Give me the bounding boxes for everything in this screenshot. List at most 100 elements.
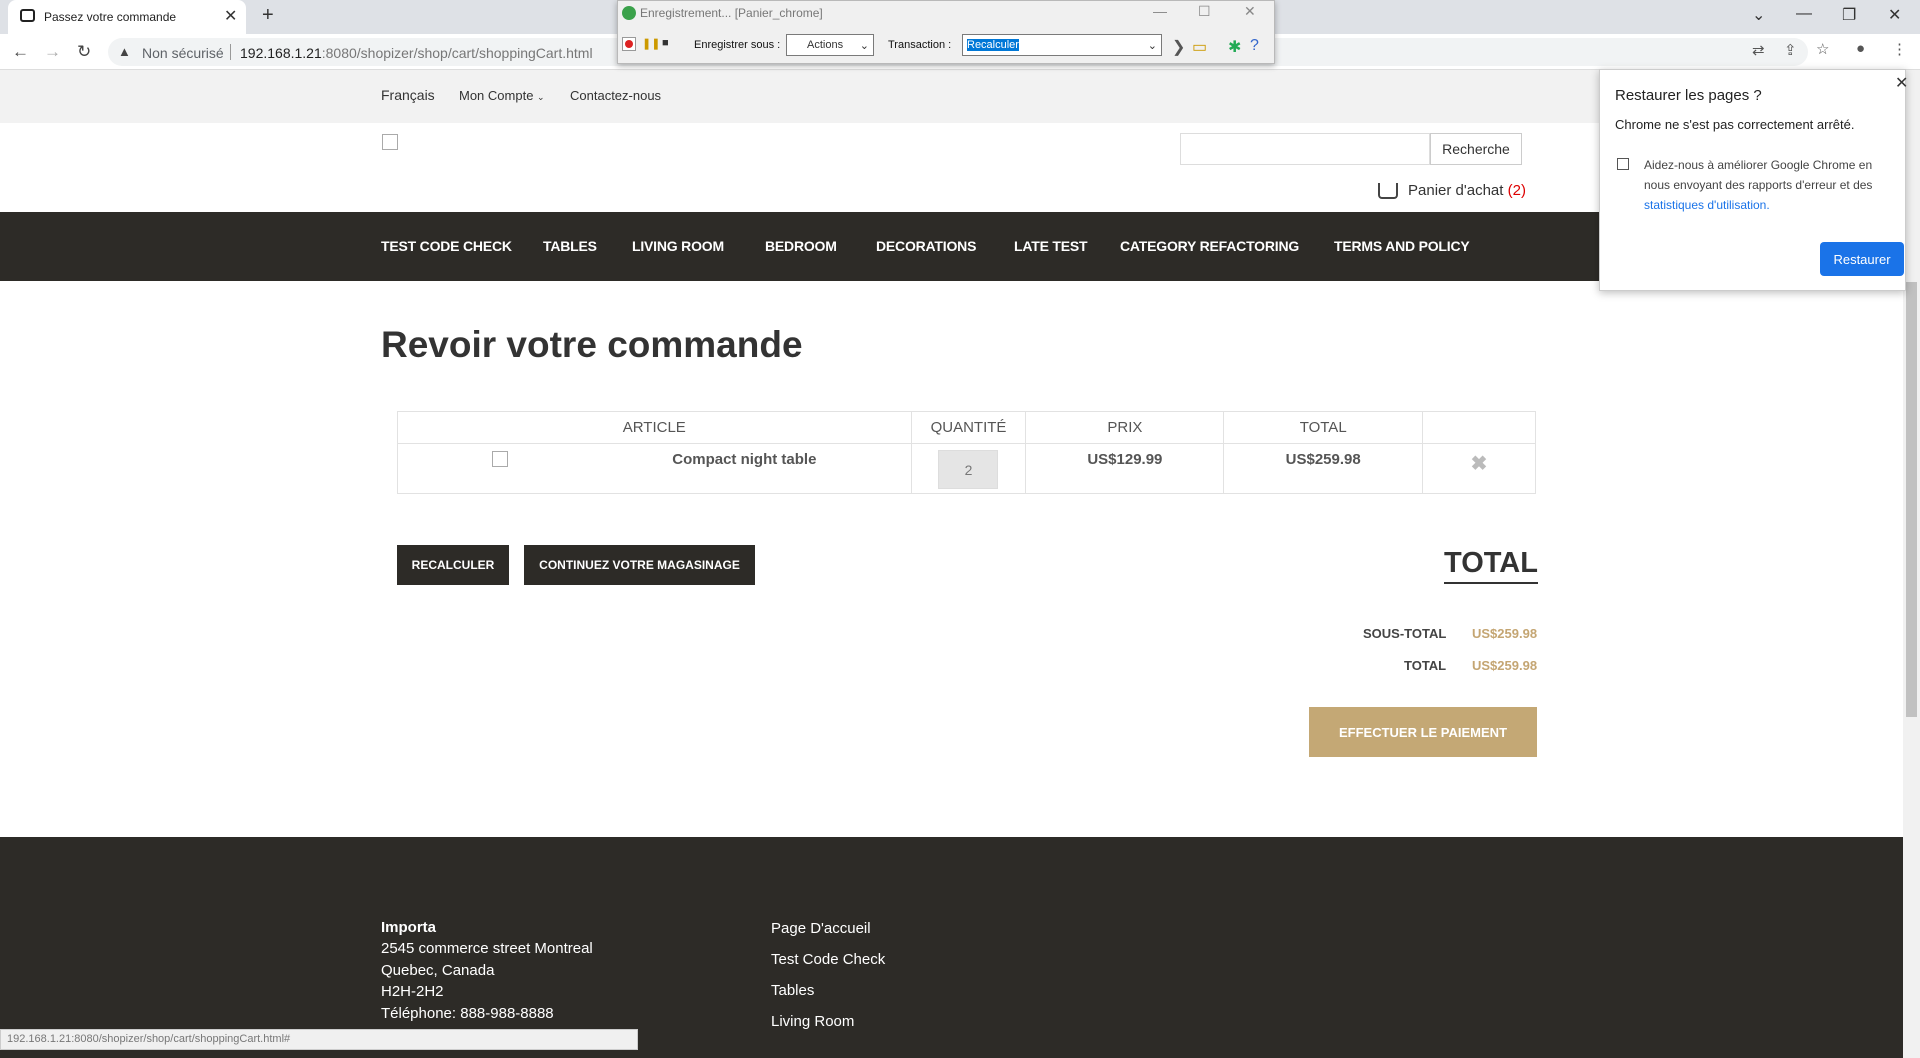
language-link[interactable]: Français (381, 87, 435, 103)
stop-icon[interactable]: ■ (662, 37, 676, 51)
settings-icon[interactable]: ✱ (1228, 37, 1242, 56)
table-header-row: ARTICLE QUANTITÉ PRIX TOTAL (397, 411, 1536, 444)
address-line: Quebec, Canada (381, 962, 495, 979)
contact-link[interactable]: Contactez-nous (570, 88, 661, 103)
total-label: TOTAL (1404, 658, 1447, 673)
subtotal-value: US$259.98 (1472, 626, 1538, 641)
chevron-down-icon: ⌄ (1147, 40, 1157, 52)
reload-icon[interactable]: ↻ (77, 42, 91, 62)
column-header: TOTAL (1223, 411, 1424, 444)
maximize-icon[interactable]: ☐ (1198, 3, 1211, 20)
tab-search-icon[interactable]: ⌄ (1752, 5, 1765, 25)
restore-window-icon[interactable]: ❐ (1842, 5, 1856, 25)
total-cell: US$259.98 (1223, 443, 1424, 494)
scrollbar-thumb[interactable] (1906, 282, 1917, 717)
cart-icon (1378, 183, 1398, 200)
save-as-select[interactable]: Actions ⌄ (786, 34, 874, 56)
close-tab-icon[interactable]: ✕ (224, 6, 237, 26)
menu-item[interactable]: LIVING ROOM (632, 238, 724, 254)
minimize-icon[interactable]: — (1153, 3, 1167, 19)
phone: Téléphone: 888-988-8888 (381, 1005, 554, 1022)
recorder-window: Enregistrement... [Panier_chrome] — ☐ ✕ … (617, 0, 1275, 64)
dialog-title: Restaurer les pages ? (1615, 87, 1762, 104)
footer-link[interactable]: Living Room (771, 1013, 854, 1030)
checkout-button[interactable]: EFFECTUER LE PAIEMENT (1309, 707, 1537, 757)
close-window-icon[interactable]: ✕ (1888, 5, 1901, 25)
recorder-toolbar: ❚❚ ■ Enregistrer sous : Actions ⌄ Transac… (618, 29, 1274, 63)
usage-stats-link[interactable]: statistiques d'utilisation. (1644, 198, 1770, 212)
share-icon[interactable]: ⇪ (1784, 41, 1797, 59)
account-menu[interactable]: Mon Compte ⌄ (459, 88, 545, 103)
status-bar: 192.168.1.21:8080/shopizer/shop/cart/sho… (0, 1029, 638, 1050)
company-name: Importa (381, 919, 437, 936)
pause-icon[interactable]: ❚❚ (642, 37, 660, 51)
product-image[interactable] (492, 451, 509, 467)
transaction-select[interactable]: Recalculer ⌄ (962, 34, 1162, 56)
page-title: Revoir votre commande (381, 324, 803, 365)
cart-link[interactable]: Panier d'achat (2) (1378, 182, 1526, 200)
new-tab-icon[interactable]: + (262, 4, 274, 27)
menu-item[interactable]: LATE TEST (1014, 238, 1088, 254)
menu-item[interactable]: TABLES (543, 238, 597, 254)
menu-item[interactable]: DECORATIONS (876, 238, 976, 254)
play-icon[interactable]: ❯ (1172, 37, 1186, 56)
favicon-icon (20, 9, 35, 22)
quantity-input[interactable]: 2 (938, 450, 999, 489)
continue-shopping-button[interactable]: CONTINUEZ VOTRE MAGASINAGE (524, 545, 755, 585)
column-header: ARTICLE (397, 411, 912, 444)
footer-link[interactable]: Page D'accueil (771, 920, 871, 937)
chevron-down-icon: ⌄ (859, 40, 869, 52)
subtotal-label: SOUS-TOTAL (1363, 626, 1447, 641)
recorder-title: Enregistrement... [Panier_chrome] (640, 6, 823, 20)
cart-table: ARTICLE QUANTITÉ PRIX TOTAL Compact nigh… (397, 411, 1536, 494)
warning-icon: ▲ (118, 44, 131, 59)
recorder-logo-icon (622, 6, 636, 20)
minimize-icon[interactable]: — (1796, 5, 1812, 23)
address-line: 2545 commerce street Montreal (381, 940, 593, 957)
transaction-label: Transaction : (888, 39, 952, 51)
column-header: PRIX (1025, 411, 1225, 444)
search-button[interactable]: Recherche (1430, 133, 1522, 165)
site-logo[interactable] (382, 134, 398, 150)
tab-title: Passez votre commande (44, 10, 177, 24)
item-cell: Compact night table (397, 443, 912, 494)
total-value: US$259.98 (1472, 658, 1538, 673)
table-row: Compact night table 2 US$129.99 US$259.9… (397, 443, 1536, 494)
bookmark-star-icon[interactable]: ☆ (1816, 40, 1829, 58)
restore-button[interactable]: Restaurer (1820, 242, 1904, 276)
menu-item[interactable]: BEDROOM (765, 238, 837, 254)
menu-dots-icon[interactable]: ⋮ (1892, 40, 1907, 58)
usage-stats-checkbox[interactable] (1617, 158, 1629, 170)
folder-icon[interactable]: ▭ (1192, 37, 1207, 56)
checkbox-text: Aidez-nous à améliorer Google Chrome en … (1644, 158, 1873, 212)
menu-item[interactable]: TERMS AND POLICY (1334, 238, 1470, 254)
translate-icon[interactable]: ⇄ (1752, 41, 1765, 59)
recalculate-button[interactable]: RECALCULER (397, 545, 509, 585)
product-name[interactable]: Compact night table (672, 451, 816, 468)
footer-link[interactable]: Tables (771, 982, 814, 999)
profile-icon[interactable]: ● (1856, 40, 1865, 57)
forward-icon[interactable]: → (44, 42, 61, 62)
dialog-subtitle: Chrome ne s'est pas correctement arrêté. (1615, 117, 1855, 132)
column-header: QUANTITÉ (910, 411, 1027, 444)
back-icon[interactable]: ← (12, 42, 29, 62)
chevron-down-icon: ⌄ (537, 92, 545, 102)
restore-pages-dialog: ✕ Restaurer les pages ? Chrome ne s'est … (1599, 69, 1908, 291)
footer: Importa 2545 commerce street Montreal Qu… (0, 837, 1903, 1058)
security-label: Non sécurisé (142, 45, 224, 61)
save-as-label: Enregistrer sous : (694, 39, 781, 51)
browser-tab[interactable]: Passez votre commande ✕ (8, 0, 246, 34)
postal-code: H2H-2H2 (381, 983, 444, 1000)
close-icon[interactable]: ✕ (1244, 3, 1256, 20)
total-heading: TOTAL (1444, 547, 1538, 584)
close-icon[interactable]: ✕ (1895, 73, 1908, 93)
menu-item[interactable]: CATEGORY REFACTORING (1120, 238, 1299, 254)
menu-item[interactable]: TEST CODE CHECK (381, 238, 512, 254)
remove-icon[interactable]: ✖ (1471, 453, 1488, 475)
price-cell: US$129.99 (1025, 443, 1225, 494)
record-icon[interactable] (622, 37, 636, 51)
footer-link[interactable]: Test Code Check (771, 951, 885, 968)
url-text: 192.168.1.21:8080/shopizer/shop/cart/sho… (240, 45, 593, 61)
help-icon[interactable]: ? (1250, 37, 1264, 54)
search-input[interactable] (1180, 133, 1430, 165)
